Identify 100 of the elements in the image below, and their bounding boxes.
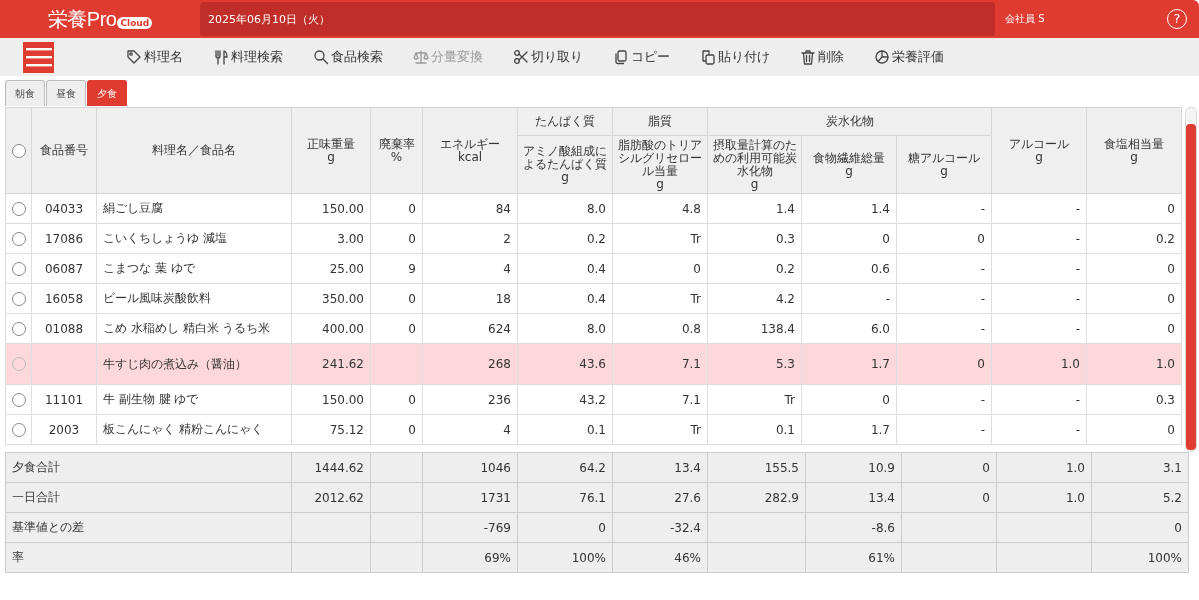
row-label: 一日合計 xyxy=(5,482,292,513)
column-header: 食物繊維総量 g xyxy=(801,135,897,194)
toolbar-button[interactable]: 切り取り xyxy=(513,48,583,66)
menu-icon xyxy=(25,47,52,67)
scale-icon xyxy=(413,49,429,65)
toolbar-button[interactable]: 料理検索 xyxy=(213,48,283,66)
table-cell: 0 xyxy=(1086,313,1182,344)
toolbar-button[interactable]: コピー xyxy=(613,48,670,66)
menu-button[interactable] xyxy=(23,41,54,73)
table-cell: 0 xyxy=(896,223,992,254)
radio-button[interactable] xyxy=(11,321,26,336)
table-cell: - xyxy=(991,193,1087,224)
table-cell: 150.00 xyxy=(291,384,371,415)
table-cell: 5.2 xyxy=(1091,482,1189,513)
column-header: 糖アルコール g xyxy=(896,135,992,194)
paste-icon xyxy=(700,49,716,65)
table-cell: 0.1 xyxy=(517,414,613,445)
toolbar-button[interactable]: 食品検索 xyxy=(313,48,383,66)
meal-tab[interactable]: 朝食 xyxy=(5,80,45,106)
utensils-icon xyxy=(213,49,229,65)
table-cell: 0 xyxy=(612,253,708,284)
table-cell: - xyxy=(991,313,1087,344)
table-cell: - xyxy=(801,283,897,314)
table-cell: ビール風味炭酸飲料 xyxy=(96,283,292,314)
table-cell: 1.0 xyxy=(996,482,1092,513)
table-cell: 8.0 xyxy=(517,193,613,224)
table-cell: 0 xyxy=(1086,193,1182,224)
table-cell: 0.4 xyxy=(517,253,613,284)
table-cell: 282.9 xyxy=(707,482,806,513)
scrollbar-thumb[interactable] xyxy=(1186,124,1196,450)
meal-tab[interactable]: 昼食 xyxy=(46,80,86,106)
table-cell: - xyxy=(991,283,1087,314)
table-cell: 7.1 xyxy=(612,343,708,385)
table-cell: 7.1 xyxy=(612,384,708,415)
table-cell: 64.2 xyxy=(517,452,613,483)
scrollbar[interactable] xyxy=(1185,107,1197,452)
table-cell: -8.6 xyxy=(805,512,902,543)
table-cell: 236 xyxy=(422,384,518,415)
column-header: 炭水化物 xyxy=(707,107,992,136)
table-cell: 0 xyxy=(370,414,423,445)
table-cell: 0.3 xyxy=(707,223,802,254)
table-cell: 61% xyxy=(805,542,902,573)
table-cell: 0 xyxy=(901,452,997,483)
column-header: アミノ酸組成によるたんぱく質 g xyxy=(517,135,613,194)
table-cell: 100% xyxy=(517,542,613,573)
table-cell: 150.00 xyxy=(291,193,371,224)
table-cell: 1046 xyxy=(422,452,518,483)
user-name: 会社員 S xyxy=(1005,12,1046,26)
column-header: 正味重量 g xyxy=(291,107,371,194)
table-cell: 0.2 xyxy=(1086,223,1182,254)
scissors-icon xyxy=(513,49,529,65)
trash-icon xyxy=(800,49,816,65)
tag-icon xyxy=(126,49,142,65)
table-cell: こめ 水稲めし 精白米 うるち米 xyxy=(96,313,292,344)
table-cell: 13.4 xyxy=(805,482,902,513)
table-cell: 17086 xyxy=(31,223,97,254)
table-cell: 0 xyxy=(370,283,423,314)
search-icon xyxy=(313,49,329,65)
column-header: 食品番号 xyxy=(31,107,97,194)
radio-button[interactable] xyxy=(11,422,26,437)
table-cell: 46% xyxy=(612,542,708,573)
column-header: エネルギー kcal xyxy=(422,107,518,194)
table-cell: 1.4 xyxy=(801,193,897,224)
table-cell: こまつな 葉 ゆで xyxy=(96,253,292,284)
table-cell: 100% xyxy=(1091,542,1189,573)
copy-icon xyxy=(613,49,629,65)
table-cell: 1731 xyxy=(422,482,518,513)
row-label: 基準値との差 xyxy=(5,512,292,543)
table-cell: 0 xyxy=(370,193,423,224)
column-header: 食塩相当量 g xyxy=(1086,107,1182,194)
table-cell: こいくちしょうゆ 減塩 xyxy=(96,223,292,254)
radio-button[interactable] xyxy=(11,392,26,407)
row-label: 率 xyxy=(5,542,292,573)
table-cell: 0 xyxy=(1086,253,1182,284)
radio-button[interactable] xyxy=(11,201,26,216)
radio-button[interactable] xyxy=(11,231,26,246)
radio-button[interactable] xyxy=(11,143,26,158)
toolbar-button[interactable]: 削除 xyxy=(800,48,844,66)
table-cell: 11101 xyxy=(31,384,97,415)
table-cell: - xyxy=(896,283,992,314)
table-cell: 1.4 xyxy=(707,193,802,224)
column-header: 摂取量計算のための利用可能炭水化物 g xyxy=(707,135,802,194)
radio-button[interactable] xyxy=(11,291,26,306)
table-cell: 06087 xyxy=(31,253,97,284)
table-cell: 0 xyxy=(370,223,423,254)
toolbar-button[interactable]: 料理名 xyxy=(126,48,183,66)
table-cell: 0 xyxy=(801,223,897,254)
table-cell: 25.00 xyxy=(291,253,371,284)
toolbar-button[interactable]: 栄養評価 xyxy=(874,48,944,66)
column-header: たんぱく質 xyxy=(517,107,613,136)
column-header: アルコール g xyxy=(991,107,1087,194)
toolbar-button[interactable]: 貼り付け xyxy=(700,48,770,66)
table-cell: - xyxy=(896,384,992,415)
logo: 栄養Pro xyxy=(47,6,117,32)
radio-button[interactable] xyxy=(11,261,26,276)
table-cell: 1.0 xyxy=(1086,343,1182,385)
table-cell: 84 xyxy=(422,193,518,224)
table-cell: 75.12 xyxy=(291,414,371,445)
table-cell: 8.0 xyxy=(517,313,613,344)
meal-tab[interactable]: 夕食 xyxy=(87,80,127,106)
